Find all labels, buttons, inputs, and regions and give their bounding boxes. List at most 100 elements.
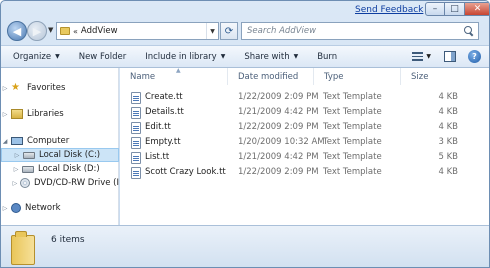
column-header-type[interactable]: Type	[314, 68, 401, 85]
file-size: 4 KB	[438, 107, 458, 117]
maximize-button[interactable]: □	[445, 2, 465, 16]
text-file-icon	[131, 122, 141, 134]
column-header-name[interactable]: Name	[120, 68, 228, 85]
file-type: Text Template	[323, 92, 382, 102]
computer-icon	[11, 137, 23, 145]
nav-item-local-disk-d[interactable]: ▷ Local Disk (D:)	[1, 162, 119, 176]
toolbar-right: ▼ ?	[412, 50, 481, 63]
nav-item-label: Computer	[27, 136, 70, 146]
search-box[interactable]: Search AddView	[241, 22, 479, 40]
breadcrumb-addview[interactable]: AddView	[81, 26, 118, 36]
include-in-library-label: Include in library	[145, 51, 217, 62]
file-name: List.tt	[145, 152, 170, 162]
expand-icon[interactable]: ▷	[12, 166, 20, 173]
file-row[interactable]: Edit.tt 1/22/2009 2:09 PM Text Template …	[120, 120, 489, 135]
file-type: Text Template	[323, 137, 382, 147]
refresh-button[interactable]: ⟳	[220, 22, 238, 40]
nav-item-label: Local Disk (D:)	[38, 164, 100, 174]
nav-item-label: Libraries	[27, 109, 64, 119]
recent-pages-dropdown[interactable]: ▼	[48, 26, 53, 34]
file-type: Text Template	[323, 152, 382, 162]
nav-item-label: Network	[25, 203, 61, 213]
minimize-button[interactable]: –	[425, 2, 445, 16]
view-options-dropdown[interactable]: ▼	[426, 53, 431, 60]
star-icon: ★	[11, 82, 20, 93]
search-icon	[464, 26, 474, 36]
file-row[interactable]: List.tt 1/21/2009 4:42 PM Text Template …	[120, 150, 489, 165]
file-row[interactable]: Create.tt 1/22/2009 2:09 PM Text Templat…	[120, 90, 489, 105]
back-arrow-icon: ◀	[12, 24, 22, 38]
nav-item-network[interactable]: ▷ Network	[1, 201, 119, 215]
help-icon[interactable]: ?	[468, 50, 481, 63]
items-count: 6 items	[51, 235, 85, 245]
file-size: 5 KB	[438, 152, 458, 162]
share-with-label: Share with	[244, 51, 290, 62]
file-row[interactable]: Details.tt 1/21/2009 4:42 PM Text Templa…	[120, 105, 489, 120]
text-file-icon	[131, 152, 141, 164]
file-size: 4 KB	[438, 122, 458, 132]
organize-button[interactable]: Organize ▼	[13, 52, 60, 62]
nav-item-label: Local Disk (C:)	[39, 150, 101, 160]
chevron-down-icon: ▼	[220, 53, 226, 60]
nav-item-favorites[interactable]: ▷ ★ Favorites	[1, 81, 119, 95]
address-bar[interactable]: « AddView ▼	[56, 22, 219, 40]
dvd-drive-icon	[19, 178, 30, 188]
forward-button[interactable]: ▶	[27, 21, 47, 41]
file-size: 4 KB	[438, 92, 458, 102]
file-name: Edit.tt	[145, 122, 171, 132]
file-date: 1/21/2009 4:42 PM	[238, 152, 319, 162]
include-in-library-button[interactable]: Include in library ▼	[145, 52, 225, 62]
close-button[interactable]: ✕	[465, 2, 489, 16]
expand-icon[interactable]: ▷	[12, 180, 18, 187]
text-file-icon	[131, 167, 141, 179]
file-size: 4 KB	[438, 167, 458, 177]
file-type: Text Template	[323, 107, 382, 117]
expand-icon[interactable]: ▷	[1, 205, 9, 212]
burn-label: Burn	[317, 51, 338, 62]
folder-icon	[60, 27, 70, 35]
library-icon	[11, 109, 23, 119]
navigation-pane: ▷ ★ Favorites ▷ Libraries ◢ Computer ▷ L…	[1, 68, 119, 225]
address-dropdown-icon[interactable]: ▼	[206, 23, 218, 39]
file-type: Text Template	[323, 167, 382, 177]
file-date: 1/21/2009 4:42 PM	[238, 107, 319, 117]
nav-item-dvd-drive[interactable]: ▷ DVD/CD-RW Drive (I	[1, 176, 119, 190]
file-list: ▲ Name Date modified Type Size Create.tt…	[120, 67, 489, 225]
folder-icon	[11, 231, 35, 265]
expand-icon[interactable]: ▷	[1, 111, 9, 118]
chevron-down-icon: ▼	[293, 53, 299, 60]
file-name: Details.tt	[145, 107, 184, 117]
file-date: 1/22/2009 2:09 PM	[238, 122, 319, 132]
preview-pane-icon[interactable]	[444, 51, 456, 62]
search-input[interactable]: Search AddView	[247, 26, 316, 36]
chevron-down-icon: ▼	[55, 53, 60, 60]
change-view-icon[interactable]	[412, 52, 424, 61]
back-button[interactable]: ◀	[7, 21, 27, 41]
breadcrumb-overflow[interactable]: «	[73, 27, 78, 36]
nav-item-libraries[interactable]: ▷ Libraries	[1, 107, 119, 121]
forward-arrow-icon: ▶	[32, 24, 42, 38]
share-with-button[interactable]: Share with ▼	[244, 52, 298, 62]
file-row[interactable]: Scott Crazy Look.tt 1/22/2009 2:09 PM Te…	[120, 165, 489, 180]
file-name: Create.tt	[145, 92, 183, 102]
file-row[interactable]: Empty.tt 1/20/2009 10:32 AM Text Templat…	[120, 135, 489, 150]
nav-item-computer[interactable]: ◢ Computer	[1, 134, 119, 148]
file-date: 1/22/2009 2:09 PM	[238, 167, 319, 177]
expand-icon[interactable]: ▷	[13, 152, 21, 159]
send-feedback-link[interactable]: Send Feedback	[355, 5, 423, 15]
collapse-icon[interactable]: ◢	[1, 138, 9, 145]
file-name: Scott Crazy Look.tt	[145, 167, 226, 177]
hard-disk-icon	[22, 165, 34, 173]
text-file-icon	[131, 107, 141, 119]
burn-button[interactable]: Burn	[317, 52, 337, 62]
nav-item-label: DVD/CD-RW Drive (I	[33, 178, 119, 188]
new-folder-button[interactable]: New Folder	[79, 52, 127, 62]
file-date: 1/22/2009 2:09 PM	[238, 92, 319, 102]
text-file-icon	[131, 137, 141, 149]
file-type: Text Template	[323, 122, 382, 132]
nav-item-local-disk-c[interactable]: ▷ Local Disk (C:)	[1, 148, 119, 162]
column-header-date-modified[interactable]: Date modified	[228, 68, 314, 85]
file-size: 3 KB	[438, 137, 458, 147]
column-header-size[interactable]: Size	[401, 68, 459, 85]
expand-icon[interactable]: ▷	[1, 85, 9, 92]
